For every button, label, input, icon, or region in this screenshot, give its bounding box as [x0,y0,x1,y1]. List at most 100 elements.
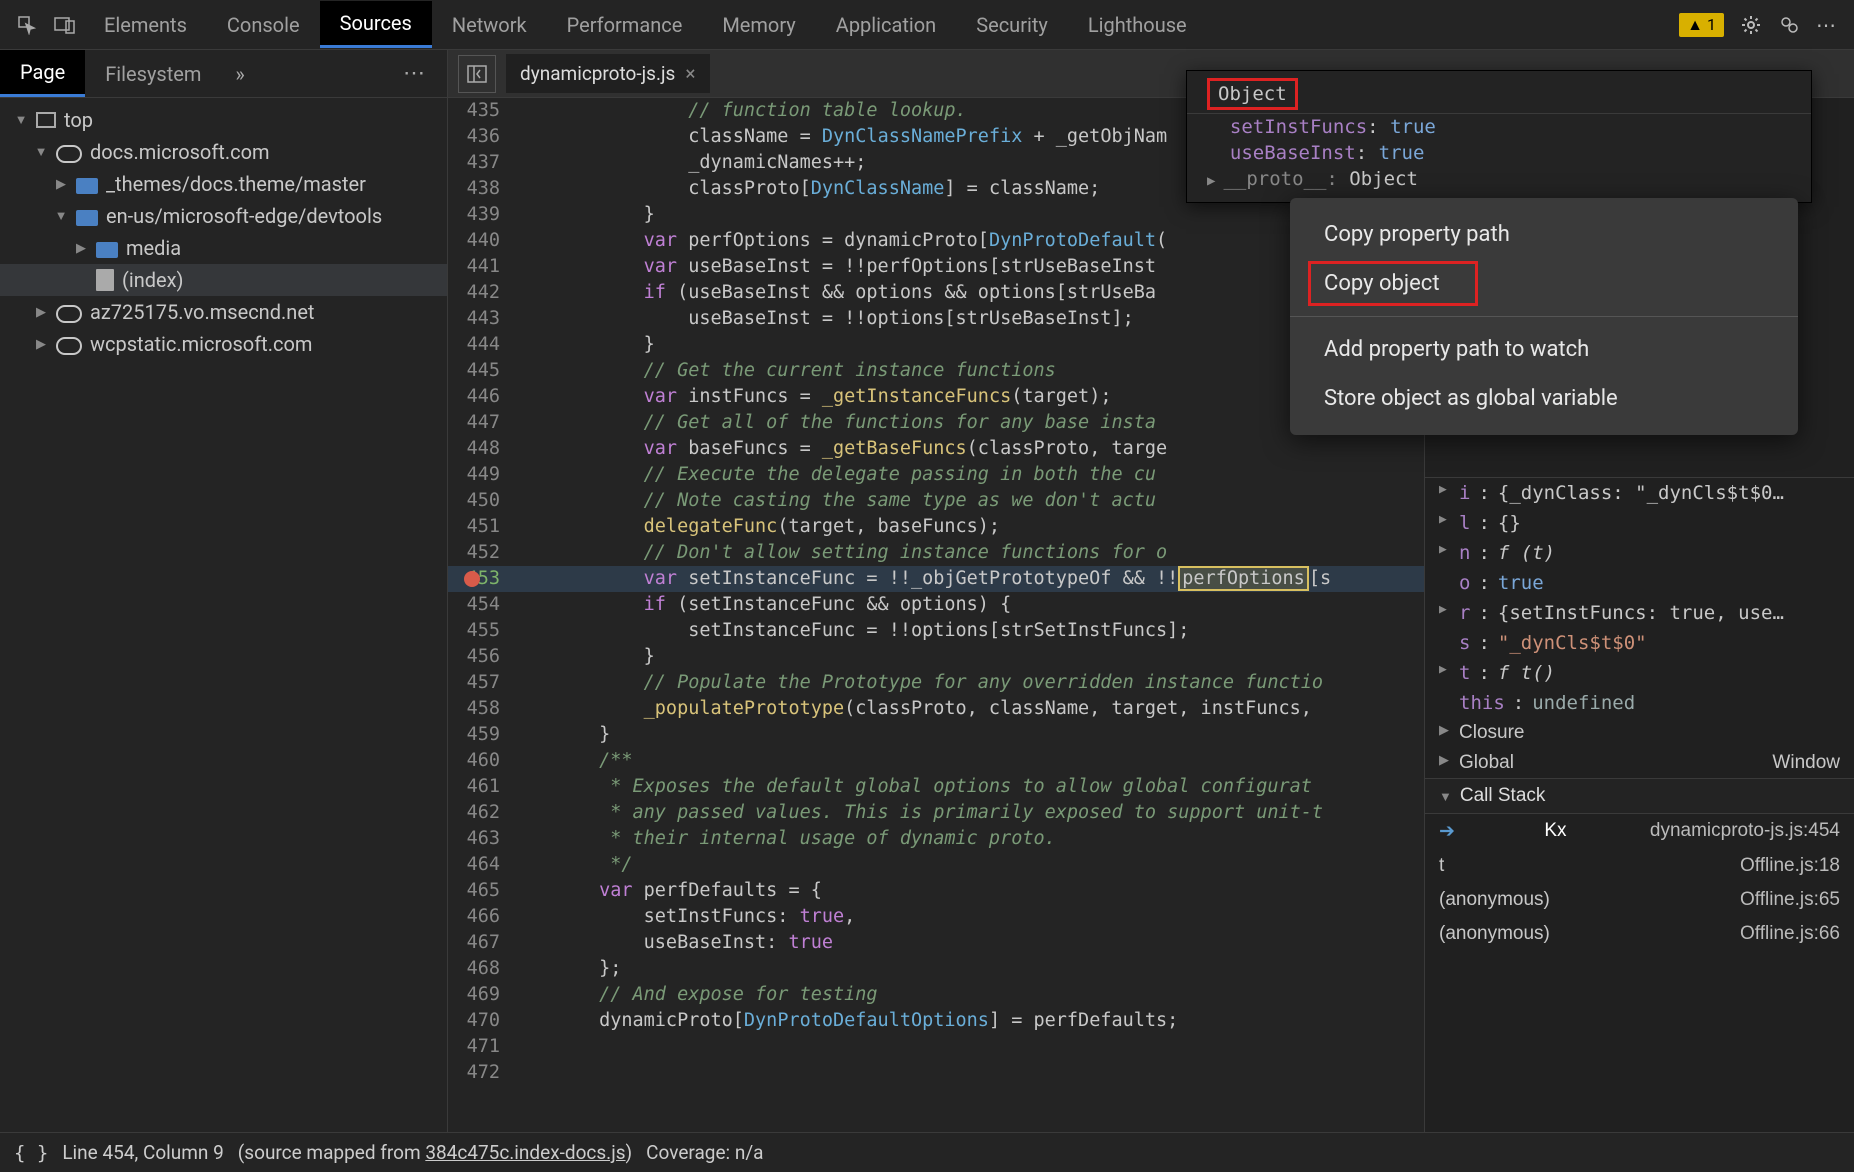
settings-icon[interactable] [1732,6,1770,44]
code-line[interactable]: 469 // And expose for testing [448,982,1424,1008]
tree-folder[interactable]: ▶ media [0,232,447,264]
object-property[interactable]: useBaseInst: true [1187,140,1811,166]
code-line[interactable]: 466 setInstFuncs: true, [448,904,1424,930]
tab-console[interactable]: Console [207,3,320,47]
inspect-icon[interactable] [8,6,46,44]
line-number[interactable]: 460 [448,748,510,774]
code-line[interactable]: 451 delegateFunc(target, baseFuncs); [448,514,1424,540]
scope-variable[interactable]: ▶n: f (t) [1425,538,1854,568]
code-line[interactable]: 443 useBaseInst = !!options[strUseBaseIn… [448,306,1424,332]
more-subtabs-icon[interactable]: » [221,52,258,96]
code-line[interactable]: 457 // Populate the Prototype for any ov… [448,670,1424,696]
device-toggle-icon[interactable] [46,6,84,44]
code-line[interactable]: 453 var setInstanceFunc = !!_objGetProto… [448,566,1424,592]
line-number[interactable]: 446 [448,384,510,410]
line-number[interactable]: 464 [448,852,510,878]
line-number[interactable]: 463 [448,826,510,852]
tab-memory[interactable]: Memory [702,3,815,47]
line-number[interactable]: 466 [448,904,510,930]
menu-copy-object[interactable]: Copy object [1290,259,1798,308]
line-number[interactable]: 449 [448,462,510,488]
line-number[interactable]: 465 [448,878,510,904]
scope-variable[interactable]: s: "_dynCls$t$0" [1425,628,1854,658]
scope-variable[interactable]: this: undefined [1425,688,1854,718]
line-number[interactable]: 441 [448,254,510,280]
code-line[interactable]: 465 var perfDefaults = { [448,878,1424,904]
code-line[interactable]: 464 */ [448,852,1424,878]
line-number[interactable]: 470 [448,1008,510,1034]
code-line[interactable]: 467 useBaseInst: true [448,930,1424,956]
line-number[interactable]: 461 [448,774,510,800]
line-number[interactable]: 443 [448,306,510,332]
code-line[interactable]: 470 dynamicProto[DynProtoDefaultOptions]… [448,1008,1424,1034]
code-line[interactable]: 454 if (setInstanceFunc && options) { [448,592,1424,618]
line-number[interactable]: 469 [448,982,510,1008]
line-number[interactable]: 451 [448,514,510,540]
line-number[interactable]: 437 [448,150,510,176]
callstack-header[interactable]: ▼Call Stack [1425,778,1854,814]
callstack-frame[interactable]: Kxdynamicproto-js.js:454 [1425,814,1854,849]
callstack-frame[interactable]: (anonymous)Offline.js:66 [1425,917,1854,951]
tree-domain[interactable]: ▼ docs.microsoft.com [0,136,447,168]
code-line[interactable]: 460 /** [448,748,1424,774]
scope-variable[interactable]: ▶l: {} [1425,508,1854,538]
line-number[interactable]: 450 [448,488,510,514]
mapped-file-link[interactable]: 384c475c.index-docs.js [425,1141,625,1164]
code-line[interactable]: 459 } [448,722,1424,748]
navigator-more-icon[interactable]: ⋯ [383,51,447,96]
code-line[interactable]: 446 var instFuncs = _getInstanceFuncs(ta… [448,384,1424,410]
code-line[interactable]: 442 if (useBaseInst && options && option… [448,280,1424,306]
line-number[interactable]: 439 [448,202,510,228]
menu-store-global[interactable]: Store object as global variable [1290,374,1798,423]
line-number[interactable]: 455 [448,618,510,644]
line-number[interactable]: 462 [448,800,510,826]
line-number[interactable]: 452 [448,540,510,566]
object-proto[interactable]: ▶__proto__: Object [1187,166,1811,192]
more-icon[interactable]: ⋯ [1808,6,1846,44]
line-number[interactable]: 438 [448,176,510,202]
scope-variable[interactable]: o: true [1425,568,1854,598]
line-number[interactable]: 458 [448,696,510,722]
tab-security[interactable]: Security [956,3,1068,47]
code-line[interactable]: 445 // Get the current instance function… [448,358,1424,384]
code-line[interactable]: 455 setInstanceFunc = !!options[strSetIn… [448,618,1424,644]
code-line[interactable]: 449 // Execute the delegate passing in b… [448,462,1424,488]
code-line[interactable]: 463 * their internal usage of dynamic pr… [448,826,1424,852]
code-editor[interactable]: 435 // function table lookup.436 classNa… [448,98,1424,1132]
line-number[interactable]: 471 [448,1034,510,1060]
line-number[interactable]: 445 [448,358,510,384]
code-line[interactable]: 452 // Don't allow setting instance func… [448,540,1424,566]
callstack-frame[interactable]: (anonymous)Offline.js:65 [1425,883,1854,917]
tab-sources[interactable]: Sources [320,1,432,48]
callstack-frame[interactable]: tOffline.js:18 [1425,849,1854,883]
code-line[interactable]: 468 }; [448,956,1424,982]
close-tab-icon[interactable]: × [685,62,695,85]
code-line[interactable]: 458 _populatePrototype(classProto, class… [448,696,1424,722]
hovered-identifier[interactable]: perfOptions [1178,566,1309,591]
tree-domain[interactable]: ▶ az725175.vo.msecnd.net [0,296,447,328]
line-number[interactable]: 468 [448,956,510,982]
line-number[interactable]: 467 [448,930,510,956]
tab-elements[interactable]: Elements [84,3,207,47]
scope-global[interactable]: ▶Global Window [1425,748,1854,778]
code-line[interactable]: 441 var useBaseInst = !!perfOptions[strU… [448,254,1424,280]
tab-application[interactable]: Application [816,3,956,47]
line-number[interactable]: 457 [448,670,510,696]
code-line[interactable]: 444 } [448,332,1424,358]
line-number[interactable]: 456 [448,644,510,670]
code-line[interactable]: 456 } [448,644,1424,670]
tab-network[interactable]: Network [432,3,547,47]
object-property[interactable]: setInstFuncs: true [1187,114,1811,140]
code-line[interactable]: 439 } [448,202,1424,228]
toggle-navigator-icon[interactable] [458,55,496,93]
warning-badge[interactable]: ▲ 1 [1679,13,1724,37]
line-number[interactable]: 472 [448,1060,510,1086]
scope-variable[interactable]: ▶t: f t() [1425,658,1854,688]
line-number[interactable]: 436 [448,124,510,150]
line-number[interactable]: 453 [448,566,510,592]
line-number[interactable]: 448 [448,436,510,462]
scope-variable[interactable]: ▶i: {_dynClass: "_dynCls$t$0… [1425,478,1854,508]
subtab-page[interactable]: Page [0,50,85,97]
code-line[interactable]: 450 // Note casting the same type as we … [448,488,1424,514]
pretty-print-icon[interactable]: { } [14,1142,48,1164]
